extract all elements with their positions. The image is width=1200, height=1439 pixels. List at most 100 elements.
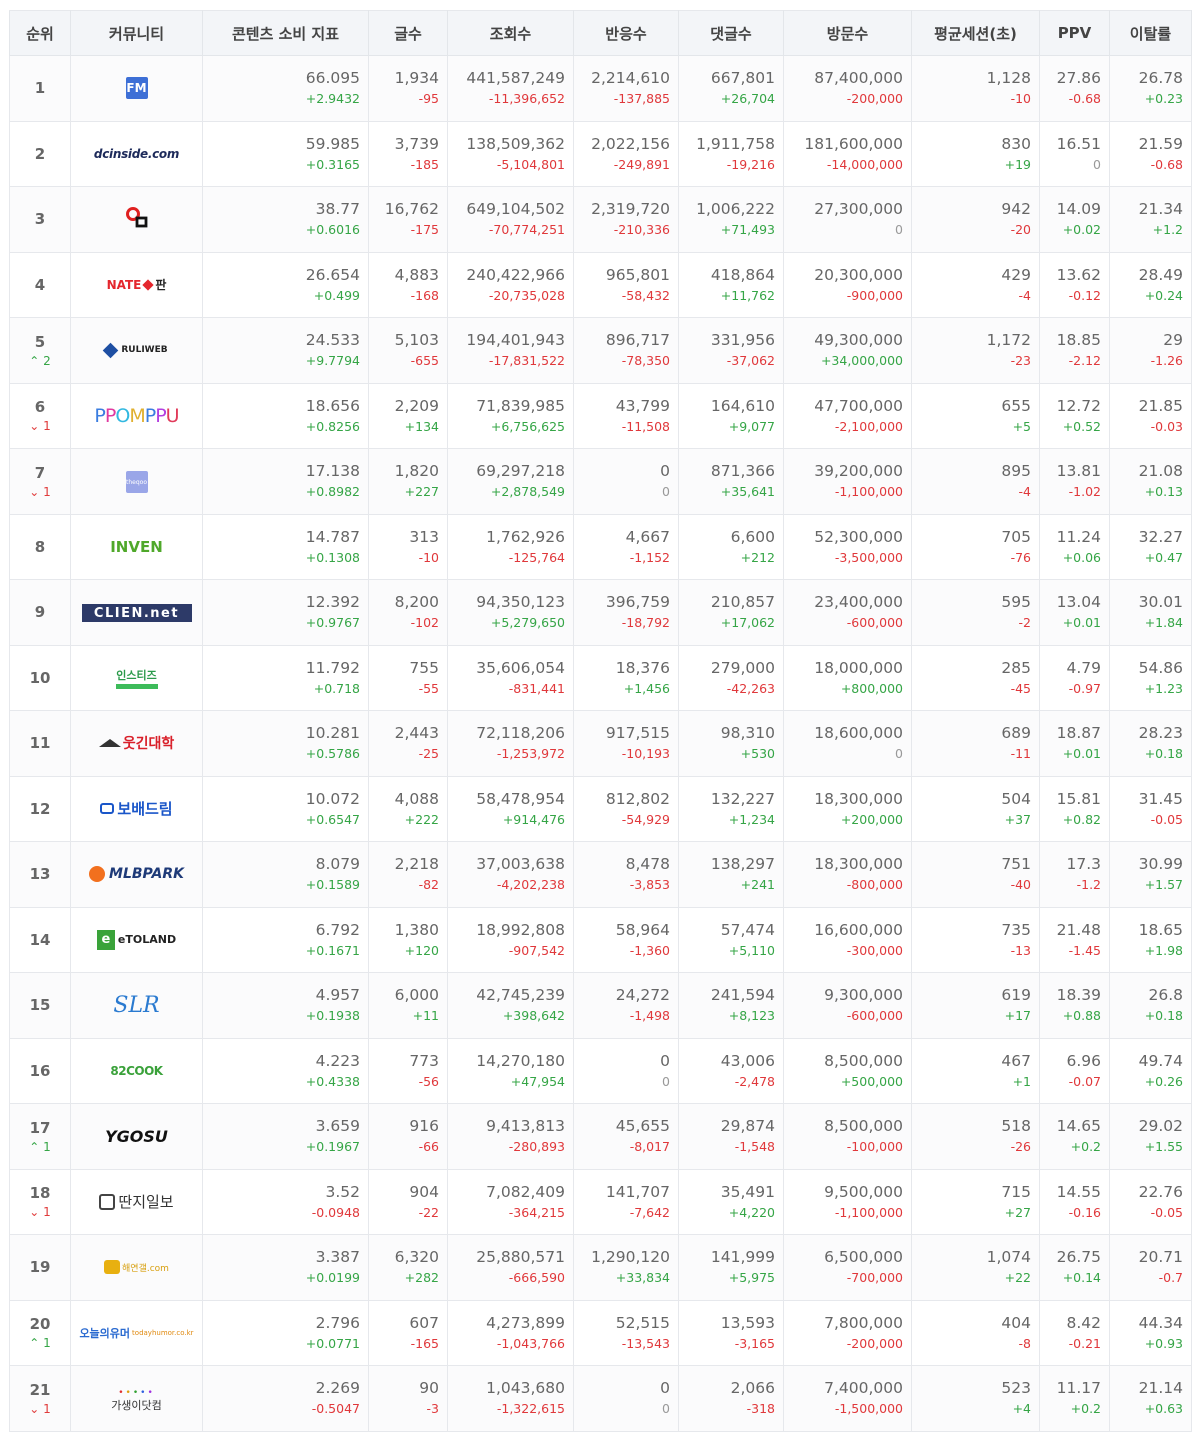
ygosu-logo[interactable]: YGOSU xyxy=(105,1124,168,1148)
table-row[interactable]: 2 dcinside.com 59.985 +0.3165 3,739 -185 138,5… xyxy=(9,120,1192,187)
ddanzi-logo[interactable]: 딴지일보 xyxy=(99,1190,174,1214)
table-row[interactable]: 10 인스티즈 11.792 +0.718 755 -55 35,606,054 -831,4… xyxy=(9,644,1192,711)
comments-value: 13,593 xyxy=(720,1313,775,1332)
mlbpark-logo[interactable]: MLBPARK xyxy=(89,862,184,886)
rank-cell: 17 ⌃ 1 xyxy=(9,1103,71,1170)
table-row[interactable]: 4 NATE 판 26.654 +0.499 4,883 -168 240,422,966 -2… xyxy=(9,251,1192,318)
table-row[interactable]: 19 해연갤.com 3.387 +0.0199 6,320 +282 25,880,571… xyxy=(9,1234,1192,1301)
views-cell: 18,992,808 -907,542 xyxy=(447,906,574,973)
reactions-cell: 812,802 -54,929 xyxy=(573,775,679,842)
table-row[interactable]: 15 SLR 4.957 +0.1938 6,000 +11 42,745,239 +398,… xyxy=(9,972,1192,1039)
table-row[interactable]: 3 38.77 +0.6016 16,762 -175 649,104,502 -70,77… xyxy=(9,186,1192,253)
nate-text: NATE xyxy=(106,277,142,292)
nate-pann-logo[interactable]: NATE 판 xyxy=(107,273,167,297)
views-delta: +2,878,549 xyxy=(490,484,565,500)
posts-value: 1,934 xyxy=(394,69,439,88)
rank-change: ⌃ 1 xyxy=(10,1336,70,1350)
reactions-cell: 896,717 -78,350 xyxy=(573,317,679,384)
clien-logo[interactable]: CLIEN.net xyxy=(81,604,192,622)
humoruniv-logo[interactable]: 웃긴대학 xyxy=(98,731,174,755)
table-row[interactable]: 12 보배드림 10.072 +0.6547 4,088 +222 58,478,954 +9… xyxy=(9,775,1192,842)
views-cell: 9,413,813 -280,893 xyxy=(447,1103,574,1170)
table-row[interactable]: 8 INVEN 14.787 +0.1308 313 -10 1,762,926 -125,7… xyxy=(9,513,1192,580)
visits-delta: -300,000 xyxy=(846,942,903,958)
content-index-delta: +0.1967 xyxy=(305,1139,360,1155)
avg-session-value: 504 xyxy=(1001,789,1031,808)
todayhumor-ou-logo[interactable] xyxy=(125,205,149,229)
bounce-rate-delta: +1.23 xyxy=(1144,680,1183,696)
table-row[interactable]: 5 ⌃ 2 RULIWEB 24.533 +9.7794 5,103 -655 194,401… xyxy=(9,317,1192,384)
views-cell: 138,509,362 -5,104,801 xyxy=(447,120,574,187)
reactions-delta: -13,543 xyxy=(621,1335,670,1351)
header-bounce-rate[interactable]: 이탈률 xyxy=(1109,10,1192,56)
ruliweb-text: RULIWEB xyxy=(121,345,168,356)
community-cell: e eTOLAND xyxy=(70,906,203,973)
table-row[interactable]: 9 CLIEN.net 12.392 +0.9767 8,200 -102 94,350,1… xyxy=(9,579,1192,646)
rank-down-icon: ⌄ xyxy=(29,484,44,499)
reactions-delta: 0 xyxy=(662,1401,670,1417)
table-row[interactable]: 14 e eTOLAND 6.792 +0.1671 1,380 +120 18,992,80… xyxy=(9,906,1192,973)
comments-delta: +26,704 xyxy=(720,91,775,107)
ruliweb-logo[interactable]: RULIWEB xyxy=(103,338,168,362)
slrclub-logo[interactable]: SLR xyxy=(113,993,159,1018)
comments-delta: -318 xyxy=(746,1401,775,1417)
header-rank[interactable]: 순위 xyxy=(9,10,71,56)
visits-cell: 181,600,000 -14,000,000 xyxy=(783,120,912,187)
table-row[interactable]: 13 MLBPARK 8.079 +0.1589 2,218 -82 37,003,638 -… xyxy=(9,841,1192,908)
reactions-value: 0 xyxy=(660,1379,670,1398)
todayhumor-logo[interactable]: 오늘의유머 todayhumor.co.kr xyxy=(79,1321,193,1345)
reactions-delta: -137,885 xyxy=(613,91,670,107)
ppv-delta: +0.82 xyxy=(1062,811,1101,827)
fmkorea-logo[interactable]: FM xyxy=(125,77,148,100)
header-avg-session[interactable]: 평균세션(초) xyxy=(911,10,1040,56)
content-index-delta: +0.5786 xyxy=(305,746,360,762)
reactions-cell: 43,799 -11,508 xyxy=(573,382,679,449)
instiz-logo[interactable]: 인스티즈 xyxy=(115,665,158,691)
table-row[interactable]: 17 ⌃ 1 YGOSU 3.659 +0.1967 916 -66 9,413,813 -28… xyxy=(9,1103,1192,1170)
table-row[interactable]: 11 웃긴대학 10.281 +0.5786 2,443 -25 72,118,206 -1,… xyxy=(9,710,1192,777)
bounce-rate-delta: +0.18 xyxy=(1144,1008,1183,1024)
table-row[interactable]: 6 ⌄ 1 P P O M P P U 18.656 +0.8256 2,209 +134 71,839,… xyxy=(9,382,1192,449)
etoland-logo[interactable]: e eTOLAND xyxy=(96,928,176,952)
82cook-logo[interactable]: 82COOK xyxy=(110,1059,163,1083)
bobaedream-logo[interactable]: 보배드림 xyxy=(100,797,173,821)
table-row[interactable]: 18 ⌄ 1 딴지일보 3.52 -0.0948 904 -22 7,082,409 -364,… xyxy=(9,1168,1192,1235)
comments-value: 141,999 xyxy=(710,1248,775,1267)
header-ppv[interactable]: PPV xyxy=(1039,10,1110,56)
table-row[interactable]: 7 ⌄ 1 theqoo 17.138 +0.8982 1,820 +227 69,297,2… xyxy=(9,448,1192,515)
views-delta: +6,756,625 xyxy=(490,418,565,434)
views-cell: 71,839,985 +6,756,625 xyxy=(447,382,574,449)
header-views[interactable]: 조회수 xyxy=(447,10,574,56)
table-row[interactable]: 16 82COOK 4.223 +0.4338 773 -56 14,270,180 +47,… xyxy=(9,1037,1192,1104)
header-community[interactable]: 커뮤니티 xyxy=(70,10,203,56)
header-reactions[interactable]: 반응수 xyxy=(573,10,679,56)
table-row[interactable]: 20 ⌃ 1 오늘의유머 todayhumor.co.kr 2.796 +0.0771 60… xyxy=(9,1299,1192,1366)
theqoo-logo[interactable]: theqoo xyxy=(125,471,148,493)
avg-session-value: 285 xyxy=(1001,658,1031,677)
dcinside-logo[interactable]: dcinside.com xyxy=(94,142,179,166)
community-cell: NATE 판 xyxy=(70,251,203,318)
visits-cell: 8,500,000 -100,000 xyxy=(783,1103,912,1170)
ppv-delta: 0 xyxy=(1093,156,1101,172)
community-cell: ••••• 가생이닷컴 xyxy=(70,1365,203,1432)
reactions-value: 396,759 xyxy=(605,593,670,612)
ppomppu-logo[interactable]: PPOMPPU xyxy=(94,404,179,428)
header-visits[interactable]: 방문수 xyxy=(783,10,912,56)
header-content-index[interactable]: 콘텐츠 소비 지표 xyxy=(202,10,369,56)
ppv-cell: 11.24 +0.06 xyxy=(1039,513,1110,580)
header-posts[interactable]: 글수 xyxy=(368,10,448,56)
rank-number: 4 xyxy=(34,275,46,294)
comments-cell: 241,594 +8,123 xyxy=(678,972,784,1039)
haeyeongal-logo[interactable]: 해연갤.com xyxy=(104,1255,169,1279)
table-row[interactable]: 1 FM 66.095 +2.9432 1,934 -95 441,587,249 -11,3… xyxy=(9,55,1192,122)
content-index-value: 18.656 xyxy=(305,396,360,415)
avg-session-value: 735 xyxy=(1001,920,1031,939)
bounce-rate-value: 18.65 xyxy=(1138,920,1183,939)
avg-session-value: 619 xyxy=(1001,986,1031,1005)
content-index-value: 3.52 xyxy=(325,1182,360,1201)
table-row[interactable]: 21 ⌄ 1 ••••• 가생이닷컴 2.269 -0.5047 90 -3 1,043,680… xyxy=(9,1365,1192,1432)
table-header-row: 순위 커뮤니티 콘텐츠 소비 지표 글수 조회수 반응수 댓글수 방문수 평균세션(초) PPV 이… xyxy=(9,10,1192,56)
gasengi-logo[interactable]: ••••• 가생이닷컴 xyxy=(111,1386,162,1416)
header-comments[interactable]: 댓글수 xyxy=(678,10,784,56)
inven-logo[interactable]: INVEN xyxy=(110,535,163,559)
